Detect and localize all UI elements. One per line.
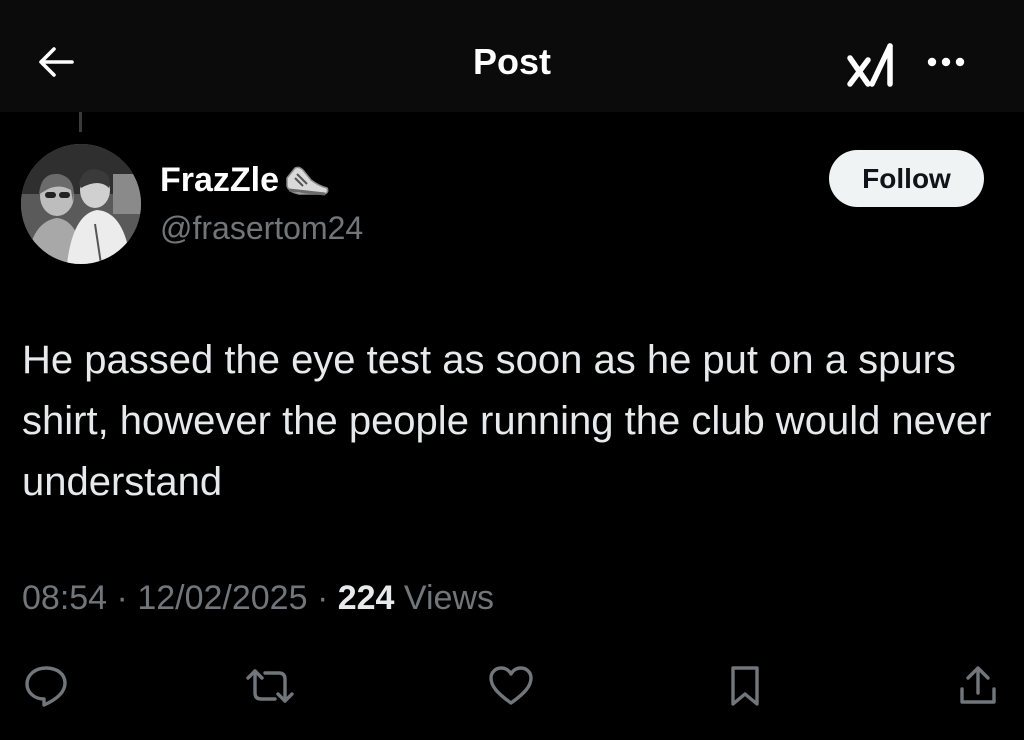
- like-button[interactable]: [485, 660, 537, 712]
- views-label[interactable]: Views: [404, 579, 494, 617]
- like-icon: [489, 666, 533, 705]
- top-bar: Post: [0, 0, 1024, 112]
- share-button[interactable]: [952, 660, 1004, 712]
- bookmark-button[interactable]: [719, 660, 771, 712]
- views-count[interactable]: 224: [338, 579, 395, 617]
- avatar-photo: [21, 144, 141, 264]
- post-detail-page: Post FrazZle @frasertom24 Follow He pass…: [0, 0, 1024, 740]
- post-date: 12/02/2025: [137, 579, 308, 617]
- display-name-text: FrazZle: [160, 161, 280, 199]
- avatar[interactable]: [21, 144, 141, 264]
- bookmark-icon: [731, 666, 759, 706]
- post-meta: 08:54 · 12/02/2025 · 224 Views: [22, 576, 494, 620]
- meta-separator: ·: [116, 579, 128, 617]
- follow-button[interactable]: Follow: [829, 150, 984, 207]
- grok-icon: [847, 43, 893, 87]
- author-display-name[interactable]: FrazZle: [160, 158, 331, 202]
- post-body-text: He passed the eye test as soon as he put…: [22, 338, 992, 504]
- sneaker-icon: [286, 166, 329, 196]
- repost-icon: [246, 669, 294, 703]
- post-time: 08:54: [22, 579, 108, 617]
- meta-separator: ·: [316, 579, 329, 617]
- share-icon: [960, 666, 996, 704]
- repost-button[interactable]: [244, 660, 296, 712]
- reply-icon: [25, 666, 67, 707]
- thread-connector-line: [79, 112, 82, 132]
- author-handle[interactable]: @frasertom24: [160, 208, 363, 248]
- more-options-button[interactable]: [918, 40, 974, 84]
- grok-button[interactable]: [842, 38, 902, 90]
- more-horizontal-icon: [927, 57, 965, 67]
- reply-button[interactable]: [20, 660, 72, 712]
